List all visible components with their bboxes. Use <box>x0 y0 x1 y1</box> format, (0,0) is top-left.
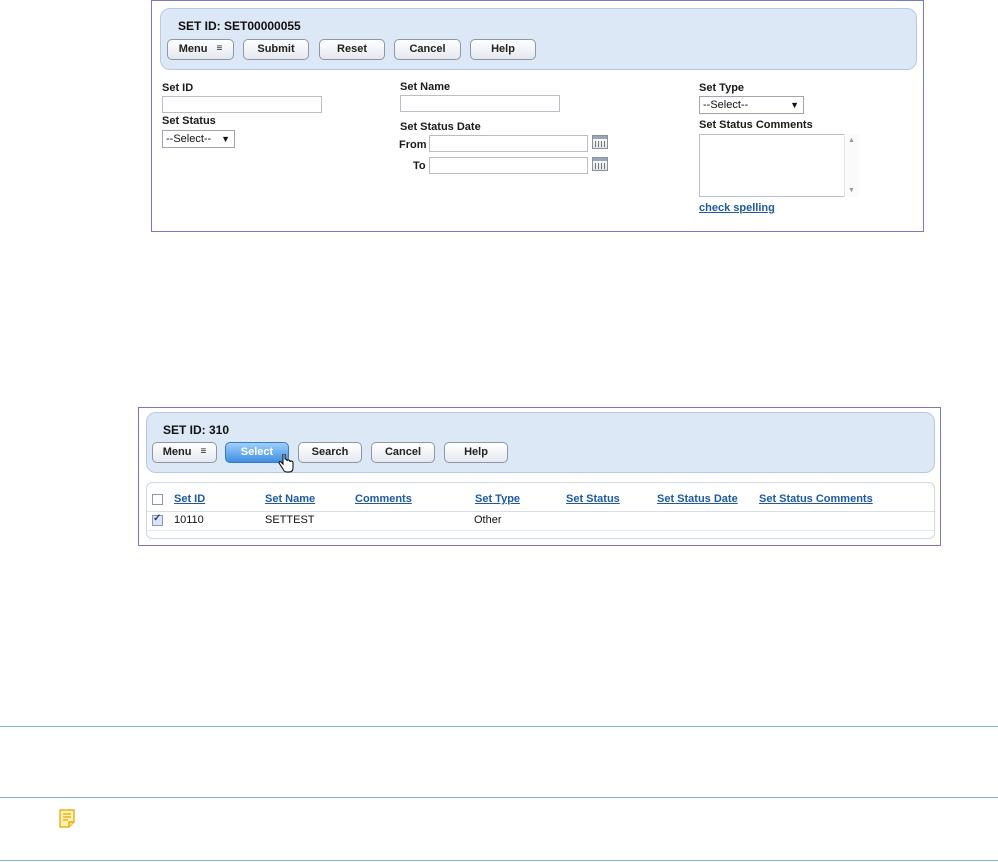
set-name-input[interactable] <box>400 95 560 112</box>
divider-top <box>0 726 998 727</box>
scroll-down-icon[interactable]: ▼ <box>848 187 855 194</box>
menu-button[interactable]: Menu ≡ <box>167 39 234 60</box>
note-divider-top <box>0 797 998 798</box>
column-header-comments[interactable]: Comments <box>355 493 412 505</box>
column-header-set-status-date[interactable]: Set Status Date <box>657 493 738 505</box>
set-status-comments-textarea[interactable] <box>699 134 859 197</box>
set-status-select[interactable]: --Select-- ▼ <box>162 130 235 148</box>
textarea-scrollbar[interactable]: ▲ ▼ <box>844 134 859 197</box>
cancel-button[interactable]: Cancel <box>371 442 435 463</box>
from-label: From <box>399 139 427 151</box>
menu-button-label: Menu <box>178 43 208 55</box>
column-header-set-id[interactable]: Set ID <box>174 493 205 505</box>
calendar-icon[interactable] <box>592 157 608 171</box>
scroll-up-icon[interactable]: ▲ <box>848 137 855 144</box>
set-name-label: Set Name <box>400 81 451 93</box>
menu-button[interactable]: Menu ≡ <box>152 442 217 463</box>
set-id-label: Set ID <box>162 82 194 94</box>
check-spelling-link[interactable]: check spelling <box>699 202 775 214</box>
toolbar-header: SET ID: SET00000055 Menu ≡ Submit Reset C… <box>160 8 917 70</box>
search-button[interactable]: Search <box>298 442 362 463</box>
set-status-date-label: Set Status Date <box>400 121 481 133</box>
column-header-set-status[interactable]: Set Status <box>566 493 620 505</box>
set-type-label: Set Type <box>699 82 745 94</box>
column-header-set-name[interactable]: Set Name <box>265 493 315 505</box>
help-button[interactable]: Help <box>470 39 536 60</box>
page-title: SET ID: SET00000055 <box>178 19 301 33</box>
set-status-label: Set Status <box>162 115 216 127</box>
results-toolbar-header: SET ID: 310 Menu ≡ Select Search Cancel H… <box>146 412 935 473</box>
column-header-set-status-comments[interactable]: Set Status Comments <box>759 493 873 505</box>
results-title: SET ID: 310 <box>163 423 230 437</box>
table-row[interactable]: 10110 SETTEST Other <box>147 512 934 531</box>
help-button[interactable]: Help <box>444 442 508 463</box>
to-date-input[interactable] <box>429 157 588 174</box>
set-status-comments-label: Set Status Comments <box>699 119 813 131</box>
set-type-selected: --Select-- <box>703 99 749 111</box>
set-id-input[interactable] <box>162 96 322 113</box>
row-checkbox[interactable] <box>152 513 163 526</box>
cell-set-name: SETTEST <box>265 514 315 526</box>
select-all-checkbox[interactable] <box>152 494 163 505</box>
menu-button-label: Menu <box>162 446 192 458</box>
chevron-down-icon: ▼ <box>221 134 230 144</box>
search-form-panel: SET ID: SET00000055 Menu ≡ Submit Reset C… <box>151 0 924 232</box>
double-chevron-down-icon: ≡ <box>216 43 223 54</box>
note-icon <box>59 809 75 828</box>
from-date-input[interactable] <box>429 135 588 152</box>
cell-set-type: Other <box>474 514 502 526</box>
set-status-selected: --Select-- <box>166 133 212 145</box>
hand-pointer-icon <box>278 454 294 473</box>
chevron-down-icon: ▼ <box>790 100 799 110</box>
note-divider-bottom <box>0 860 998 861</box>
results-grid: Set ID Set Name Comments Set Type Set St… <box>146 482 935 539</box>
cell-set-id: 10110 <box>174 514 204 526</box>
to-label: To <box>413 160 426 172</box>
results-panel: SET ID: 310 Menu ≡ Select Search Cancel H… <box>138 407 941 546</box>
column-header-set-type[interactable]: Set Type <box>475 493 520 505</box>
reset-button[interactable]: Reset <box>319 39 385 60</box>
double-chevron-down-icon: ≡ <box>200 446 207 457</box>
calendar-icon[interactable] <box>592 135 608 149</box>
submit-button[interactable]: Submit <box>243 39 309 60</box>
set-type-select[interactable]: --Select-- ▼ <box>699 96 804 114</box>
cancel-button[interactable]: Cancel <box>394 39 461 60</box>
